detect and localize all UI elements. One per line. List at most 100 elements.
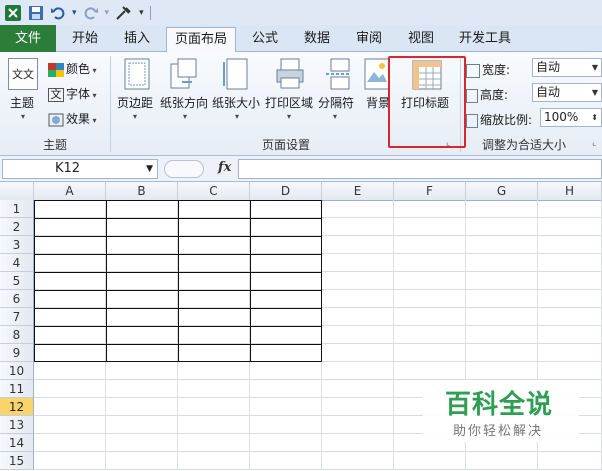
grid-cell[interactable]	[538, 200, 602, 218]
themes-button[interactable]: 主题	[10, 94, 34, 111]
grid-cell[interactable]	[466, 344, 538, 362]
height-dropdown[interactable]: 自动 ▼	[532, 83, 602, 102]
grid-cell[interactable]	[178, 416, 250, 434]
grid-cell[interactable]	[394, 218, 466, 236]
background-button[interactable]: 背景	[366, 94, 390, 111]
grid-cell[interactable]	[106, 416, 178, 434]
grid-cell[interactable]	[178, 380, 250, 398]
column-header[interactable]: E	[322, 182, 394, 201]
row-header[interactable]: 15	[0, 452, 34, 470]
grid-cell[interactable]	[466, 290, 538, 308]
grid-cell[interactable]	[538, 254, 602, 272]
grid-cell[interactable]	[34, 434, 106, 452]
column-header[interactable]: B	[106, 182, 178, 201]
grid-cell[interactable]	[106, 434, 178, 452]
grid-cell[interactable]	[538, 272, 602, 290]
effects-button[interactable]: 效果 ▾	[48, 110, 97, 127]
grid-cell[interactable]	[34, 398, 106, 416]
grid-cell[interactable]	[538, 308, 602, 326]
grid-cell[interactable]	[322, 434, 394, 452]
row-header[interactable]: 13	[0, 416, 34, 434]
grid-cell[interactable]	[394, 290, 466, 308]
formula-bar-handle[interactable]	[164, 160, 204, 178]
customize-icon[interactable]	[115, 4, 133, 22]
grid-cell[interactable]	[322, 326, 394, 344]
tab-view[interactable]: 视图	[396, 27, 446, 52]
grid-cell[interactable]	[394, 272, 466, 290]
row-header[interactable]: 12	[0, 398, 34, 416]
margins-caret-icon[interactable]: ▾	[133, 112, 137, 121]
tab-home[interactable]: 开始	[60, 27, 110, 52]
orientation-button[interactable]: 纸张方向	[160, 94, 208, 111]
breaks-caret-icon[interactable]: ▾	[333, 112, 337, 121]
width-dropdown[interactable]: 自动 ▼	[532, 58, 602, 77]
grid-cell[interactable]	[178, 398, 250, 416]
column-header[interactable]: G	[466, 182, 538, 201]
grid-cell[interactable]	[394, 452, 466, 470]
tab-data[interactable]: 数据	[292, 27, 342, 52]
save-icon[interactable]	[28, 4, 44, 22]
grid-cell[interactable]	[466, 326, 538, 344]
grid-cell[interactable]	[466, 272, 538, 290]
undo-dropdown-caret[interactable]: ▾	[72, 4, 77, 22]
grid-cell[interactable]	[322, 200, 394, 218]
redo-icon[interactable]	[83, 4, 99, 22]
grid-cell[interactable]	[250, 434, 322, 452]
name-box[interactable]: K12 ▼	[2, 159, 158, 179]
tab-insert[interactable]: 插入	[112, 27, 162, 52]
grid-cell[interactable]	[250, 398, 322, 416]
grid-cell[interactable]	[250, 452, 322, 470]
column-header[interactable]: A	[34, 182, 106, 201]
tab-review[interactable]: 审阅	[344, 27, 394, 52]
select-all-corner[interactable]	[0, 182, 34, 201]
customize-dropdown-caret[interactable]: ▾	[139, 4, 144, 22]
grid-cell[interactable]	[178, 452, 250, 470]
grid-cell[interactable]	[322, 380, 394, 398]
grid-cell[interactable]	[322, 362, 394, 380]
grid-cell[interactable]	[250, 380, 322, 398]
grid-cell[interactable]	[34, 452, 106, 470]
grid-cell[interactable]	[34, 380, 106, 398]
grid-cell[interactable]	[178, 362, 250, 380]
grid-cell[interactable]	[106, 398, 178, 416]
orientation-caret-icon[interactable]: ▾	[183, 112, 187, 121]
row-header[interactable]: 7	[0, 308, 34, 326]
colors-button[interactable]: 颜色 ▾	[48, 60, 97, 77]
grid-cell[interactable]	[394, 344, 466, 362]
grid-cell[interactable]	[466, 218, 538, 236]
grid-cell[interactable]	[322, 398, 394, 416]
grid-cell[interactable]	[466, 254, 538, 272]
tab-formulas[interactable]: 公式	[240, 27, 290, 52]
grid-cell[interactable]	[250, 362, 322, 380]
grid-cell[interactable]	[538, 344, 602, 362]
grid-cell[interactable]	[538, 326, 602, 344]
grid-cell[interactable]	[106, 452, 178, 470]
column-header[interactable]: C	[178, 182, 250, 201]
grid-cell[interactable]	[178, 434, 250, 452]
grid-cell[interactable]	[322, 290, 394, 308]
row-header[interactable]: 6	[0, 290, 34, 308]
row-header[interactable]: 2	[0, 218, 34, 236]
column-header[interactable]: H	[538, 182, 602, 201]
grid-cell[interactable]	[538, 218, 602, 236]
grid-cell[interactable]	[538, 362, 602, 380]
grid-cell[interactable]	[322, 416, 394, 434]
grid-cell[interactable]	[250, 416, 322, 434]
column-header[interactable]: F	[394, 182, 466, 201]
grid-cell[interactable]	[466, 308, 538, 326]
grid-cell[interactable]	[466, 362, 538, 380]
column-header[interactable]: D	[250, 182, 322, 201]
grid-cell[interactable]	[466, 452, 538, 470]
grid-cell[interactable]	[322, 236, 394, 254]
grid-cell[interactable]	[394, 236, 466, 254]
tab-file[interactable]: 文件	[0, 25, 56, 52]
grid-cell[interactable]	[322, 452, 394, 470]
grid-cell[interactable]	[466, 236, 538, 254]
grid-cell[interactable]	[322, 272, 394, 290]
row-header[interactable]: 1	[0, 200, 34, 218]
grid-cell[interactable]	[34, 362, 106, 380]
formula-input[interactable]	[238, 159, 602, 179]
grid-cell[interactable]	[394, 326, 466, 344]
themes-icon[interactable]: 文文	[8, 58, 38, 90]
undo-icon[interactable]	[50, 4, 66, 22]
